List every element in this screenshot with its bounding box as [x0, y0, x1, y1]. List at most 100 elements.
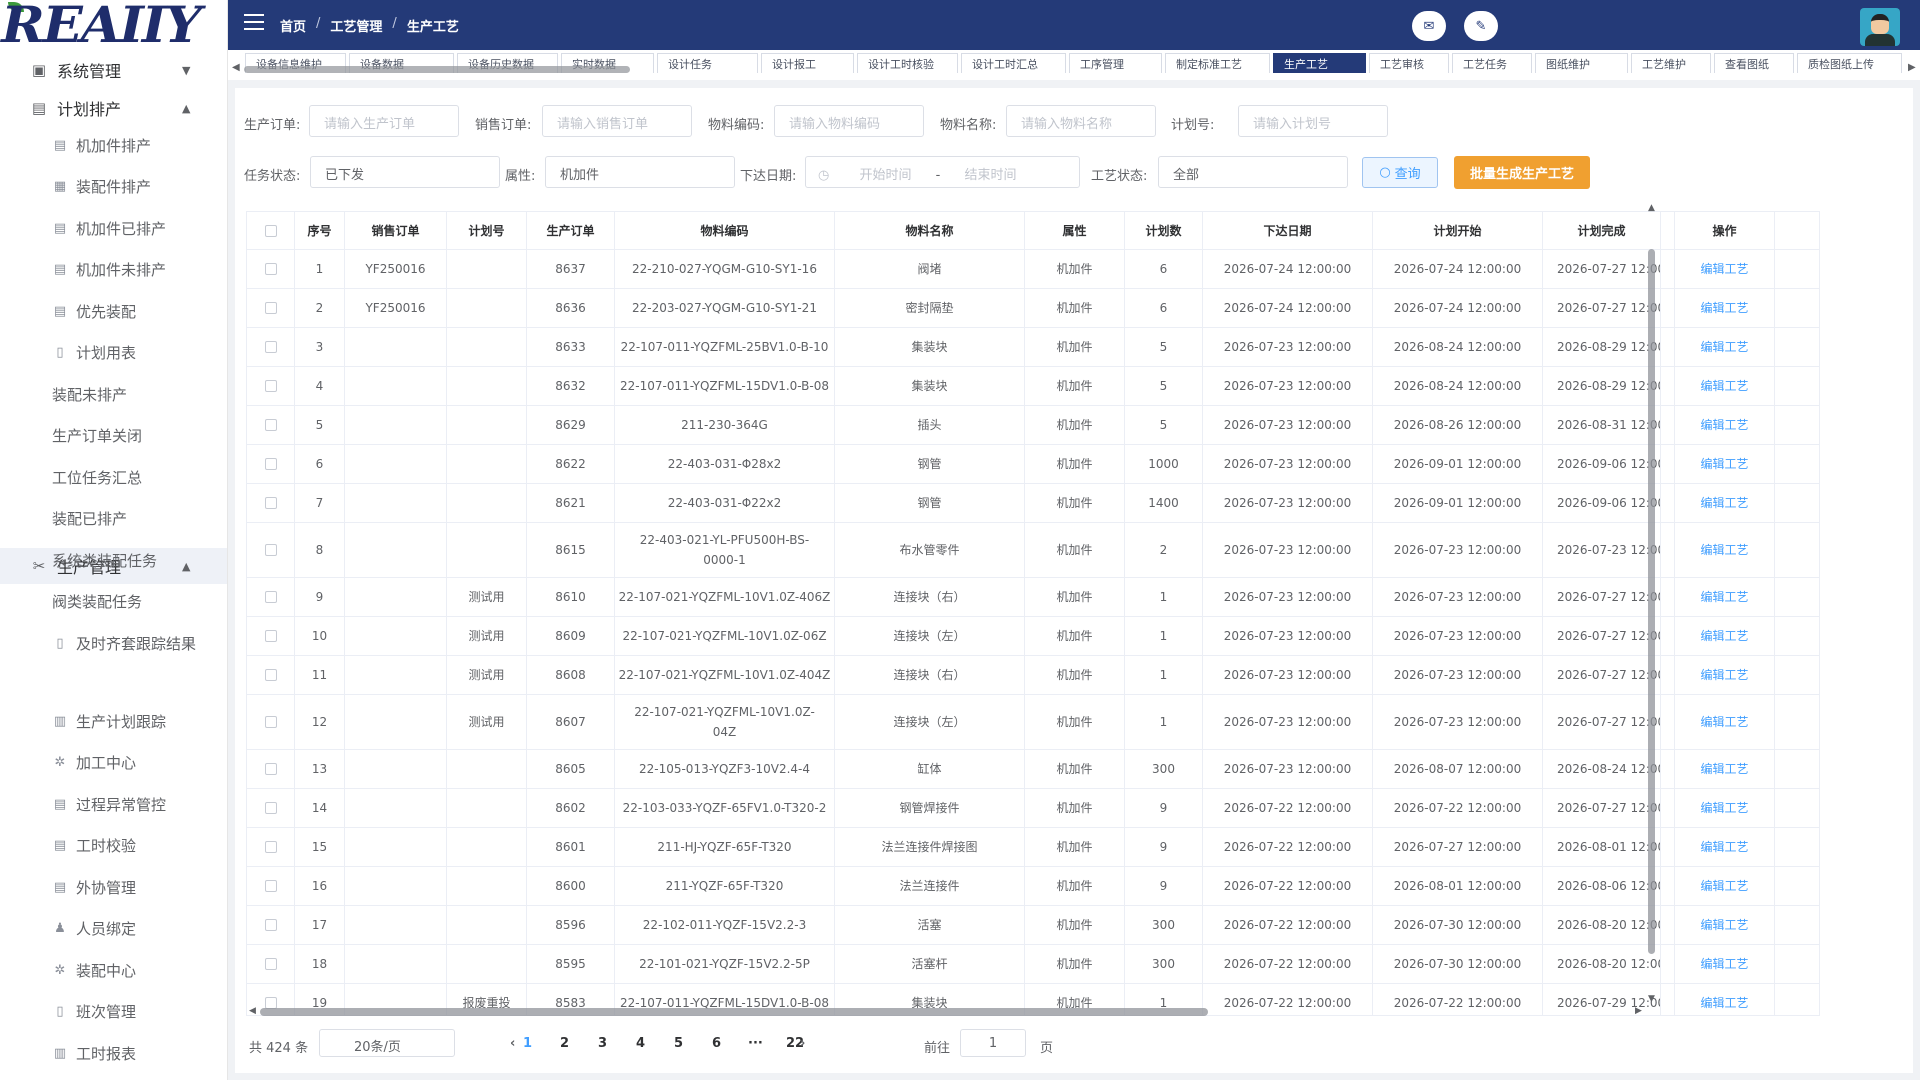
tab[interactable]: 设计报工 — [761, 53, 854, 73]
sales-order-input[interactable]: 请输入销售订单 — [542, 105, 692, 137]
sidebar-item[interactable]: ✲ 装配中心 — [0, 953, 227, 987]
page-number[interactable]: 3 — [598, 1036, 607, 1051]
edit-icon[interactable]: ✎ — [1464, 11, 1498, 41]
table-row[interactable]: 12 测试用 8607 22-107-021-YQZFML-10V1.0Z-04Z 连接… — [247, 695, 1819, 750]
tab[interactable]: 查看图纸 — [1714, 53, 1794, 73]
sidebar-item[interactable]: ▤ 机加件排产 — [0, 128, 227, 162]
checkbox[interactable] — [264, 716, 277, 728]
edit-craft-link[interactable]: 编辑工艺 — [1675, 828, 1775, 866]
sidebar-item[interactable]: 生产订单关闭 — [0, 419, 227, 453]
table-row[interactable]: 5 8629 211-230-364G 插头 机加件 5 2026-07-23 12:00:… — [247, 406, 1819, 445]
user-avatar[interactable] — [1860, 8, 1900, 46]
table-row[interactable]: 16 8600 211-YQZF-65F-T320 法兰连接件 机加件 9 2026-07-… — [247, 867, 1819, 906]
edit-craft-link[interactable]: 编辑工艺 — [1675, 250, 1775, 288]
checkbox[interactable] — [264, 841, 277, 853]
sidebar-item[interactable]: ▤ 优先装配 — [0, 294, 227, 328]
edit-craft-link[interactable]: 编辑工艺 — [1675, 289, 1775, 327]
checkbox[interactable] — [264, 802, 277, 814]
table-row[interactable]: 9 测试用 8610 22-107-021-YQZFML-10V1.0Z-406Z 连接… — [247, 578, 1819, 617]
page-number[interactable]: 1 — [523, 1036, 532, 1051]
tab[interactable]: 生产工艺 — [1273, 53, 1366, 73]
edit-craft-link[interactable]: 编辑工艺 — [1675, 945, 1775, 983]
edit-craft-link[interactable]: 编辑工艺 — [1675, 578, 1775, 616]
table-row[interactable]: 15 8601 211-HJ-YQZF-65F-T320 法兰连接件焊接图 机加件 9 20… — [247, 828, 1819, 867]
edit-craft-link[interactable]: 编辑工艺 — [1675, 523, 1775, 577]
edit-craft-link[interactable]: 编辑工艺 — [1675, 367, 1775, 405]
checkbox[interactable] — [264, 341, 277, 353]
edit-craft-link[interactable]: 编辑工艺 — [1675, 789, 1775, 827]
page-number[interactable]: 6 — [712, 1036, 721, 1051]
breadcrumb-home[interactable]: 首页 — [280, 16, 306, 35]
plan-no-input[interactable]: 请输入计划号 — [1238, 105, 1388, 137]
edit-craft-link[interactable]: 编辑工艺 — [1675, 906, 1775, 944]
scroll-up-icon[interactable]: ▲ — [1648, 203, 1655, 213]
page-ellipsis[interactable]: ··· — [748, 1036, 763, 1051]
table-row[interactable]: 3 8633 22-107-011-YQZFML-25BV1.0-B-10 集装块 机加… — [247, 328, 1819, 367]
edit-craft-link[interactable]: 编辑工艺 — [1675, 695, 1775, 749]
search-button[interactable]: ○ 查询 — [1362, 157, 1438, 188]
breadcrumb-craft-management[interactable]: 工艺管理 — [330, 16, 382, 35]
checkbox[interactable] — [264, 263, 277, 275]
horizontal-scrollbar[interactable] — [260, 1008, 1208, 1016]
prod-order-input[interactable]: 请输入生产订单 — [309, 105, 459, 137]
checkbox[interactable] — [264, 302, 277, 314]
goto-page-input[interactable]: 1 — [960, 1029, 1026, 1057]
page-number[interactable]: 5 — [674, 1036, 683, 1051]
sidebar-item[interactable]: ▤ 机加件已排产 — [0, 211, 227, 245]
page-size-select[interactable]: 20条/页 — [319, 1029, 455, 1057]
edit-craft-link[interactable]: 编辑工艺 — [1675, 328, 1775, 366]
batch-generate-button[interactable]: 批量生成生产工艺 — [1454, 156, 1590, 189]
page-number[interactable]: 4 — [636, 1036, 645, 1051]
edit-craft-link[interactable]: 编辑工艺 — [1675, 867, 1775, 905]
tab[interactable]: 设计任务 — [657, 53, 758, 73]
table-row[interactable]: 7 8621 22-403-031-Φ22x2 钢管 机加件 1400 2026-07-23… — [247, 484, 1819, 523]
table-row[interactable]: 4 8632 22-107-011-YQZFML-15DV1.0-B-08 集装块 机加… — [247, 367, 1819, 406]
menu-group-0[interactable]: ▣ 系统管理 ▼ — [0, 52, 227, 88]
table-row[interactable]: 14 8602 22-103-033-YQZF-65FV1.0-T320-2 钢管焊接… — [247, 789, 1819, 828]
next-page-icon[interactable]: › — [800, 1036, 805, 1051]
checkbox[interactable] — [264, 958, 277, 970]
tab[interactable]: 工序管理 — [1069, 53, 1162, 73]
checkbox[interactable] — [264, 591, 277, 603]
issue-date-range[interactable]: ◷ 开始时间 - 结束时间 — [805, 156, 1080, 188]
sidebar-item[interactable]: ♟ 人员绑定 — [0, 912, 227, 946]
menu-toggle-icon[interactable] — [244, 14, 264, 30]
checkbox[interactable] — [264, 458, 277, 470]
tab[interactable]: 图纸维护 — [1535, 53, 1628, 73]
edit-craft-link[interactable]: 编辑工艺 — [1675, 484, 1775, 522]
checkbox[interactable] — [264, 630, 277, 642]
table-row[interactable]: 13 8605 22-105-013-YQZF3-10V2.4-4 缸体 机加件 300 2… — [247, 750, 1819, 789]
checkbox[interactable] — [264, 224, 277, 237]
scroll-down-icon[interactable]: ▼ — [1648, 994, 1655, 1004]
table-row[interactable]: 18 8595 22-101-021-YQZF-15V2.2-5P 活塞杆 机加件 300… — [247, 945, 1819, 984]
sidebar-item[interactable]: 阀类装配任务 — [0, 585, 227, 619]
tab[interactable]: 设计工时核验 — [857, 53, 958, 73]
sidebar-item[interactable]: 装配未排产 — [0, 377, 227, 411]
checkbox[interactable] — [264, 763, 277, 775]
table-row[interactable]: 6 8622 22-403-031-Φ28x2 钢管 机加件 1000 2026-07-23… — [247, 445, 1819, 484]
checkbox[interactable] — [264, 919, 277, 931]
sidebar-item[interactable]: ▯ 班次管理 — [0, 995, 227, 1029]
sidebar-item[interactable]: ▯ 计划用表 — [0, 336, 227, 370]
sidebar-item[interactable]: ▦ 装配件排产 — [0, 170, 227, 204]
tabs-scroll-left-icon[interactable]: ◀ — [232, 62, 240, 73]
scroll-right-icon[interactable]: ▶ — [1635, 1006, 1642, 1016]
table-row[interactable]: 2 YF250016 8636 22-203-027-YQGM-G10-SY1-21 密… — [247, 289, 1819, 328]
tab[interactable]: 工艺审核 — [1369, 53, 1449, 73]
table-row[interactable]: 8 8615 22-403-021-YL-PFU500H-BS-0000-1 布水管零… — [247, 523, 1819, 578]
page-number[interactable]: 2 — [560, 1036, 569, 1051]
tab[interactable]: 制定标准工艺 — [1165, 53, 1270, 73]
checkbox[interactable] — [264, 380, 277, 392]
edit-craft-link[interactable]: 编辑工艺 — [1675, 617, 1775, 655]
table-row[interactable]: 10 测试用 8609 22-107-021-YQZFML-10V1.0Z-06Z 连接… — [247, 617, 1819, 656]
craft-status-select[interactable]: 全部 — [1158, 156, 1348, 188]
tabs-scrollbar[interactable] — [244, 66, 630, 73]
attr-select[interactable]: 机加件 — [545, 156, 735, 188]
checkbox[interactable] — [264, 880, 277, 892]
material-name-input[interactable]: 请输入物料名称 — [1006, 105, 1156, 137]
checkbox[interactable] — [264, 497, 277, 509]
sidebar-item[interactable]: 工位任务汇总 — [0, 460, 227, 494]
tab[interactable]: 工艺任务 — [1452, 53, 1532, 73]
edit-craft-link[interactable]: 编辑工艺 — [1675, 984, 1775, 1015]
mail-icon[interactable]: ✉ — [1412, 11, 1446, 41]
